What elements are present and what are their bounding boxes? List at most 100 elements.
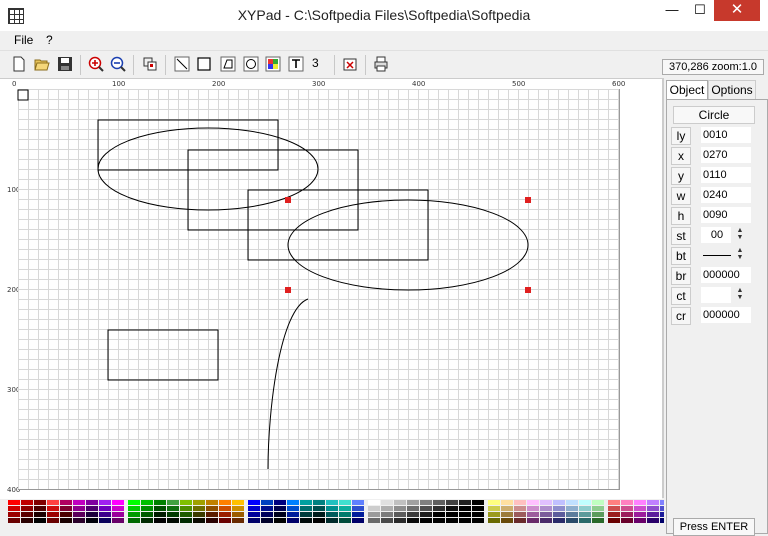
palette-swatch[interactable] [527,506,539,511]
selection-handle[interactable] [285,197,291,203]
palette-swatch[interactable] [420,506,432,511]
spinner-updown-icon[interactable]: ▲ ▼ [735,287,745,303]
palette-swatch[interactable] [300,506,312,511]
palette-swatch[interactable] [261,512,273,517]
palette-swatch[interactable] [553,518,565,523]
palette-swatch[interactable] [167,506,179,511]
palette-swatch[interactable] [8,518,20,523]
palette-swatch[interactable] [47,518,59,523]
palette-swatch[interactable] [592,500,604,505]
text-tool-icon[interactable] [288,56,304,72]
palette-swatch[interactable] [60,500,72,505]
drawing-shapes[interactable] [0,79,662,499]
line-tool-icon[interactable] [174,56,190,72]
palette-swatch[interactable] [368,518,380,523]
new-icon[interactable] [11,56,27,72]
palette-swatch[interactable] [501,506,513,511]
palette-swatch[interactable] [326,518,338,523]
palette-swatch[interactable] [459,512,471,517]
palette-swatch[interactable] [232,500,244,505]
palette-swatch[interactable] [352,512,364,517]
palette-swatch[interactable] [206,512,218,517]
press-enter-button[interactable]: Press ENTER [673,518,755,536]
palette-swatch[interactable] [248,518,260,523]
palette-swatch[interactable] [47,500,59,505]
palette-swatch[interactable] [128,500,140,505]
palette-swatch[interactable] [352,500,364,505]
palette-swatch[interactable] [514,518,526,523]
palette-swatch[interactable] [394,500,406,505]
palette-swatch[interactable] [167,518,179,523]
zoom-out-icon[interactable] [110,56,126,72]
palette-swatch[interactable] [514,512,526,517]
palette-swatch[interactable] [488,506,500,511]
palette-swatch[interactable] [99,512,111,517]
palette-swatch[interactable] [459,500,471,505]
palette-swatch[interactable] [112,518,124,523]
palette-swatch[interactable] [488,518,500,523]
palette-swatch[interactable] [446,518,458,523]
minimize-button[interactable]: — [658,0,686,21]
palette-swatch[interactable] [141,500,153,505]
palette-swatch[interactable] [514,506,526,511]
palette-swatch[interactable] [553,512,565,517]
palette-swatch[interactable] [86,518,98,523]
palette-swatch[interactable] [193,518,205,523]
prop-input-ly[interactable]: 0010 [701,127,751,143]
palette-swatch[interactable] [300,500,312,505]
palette-swatch[interactable] [274,512,286,517]
prop-input-st[interactable]: 00 [701,227,731,243]
polygon-tool-icon[interactable] [220,56,236,72]
palette-swatch[interactable] [141,518,153,523]
palette-swatch[interactable] [8,512,20,517]
palette-swatch[interactable] [352,506,364,511]
palette-swatch[interactable] [407,512,419,517]
palette-swatch[interactable] [219,500,231,505]
palette-swatch[interactable] [206,518,218,523]
palette-swatch[interactable] [446,512,458,517]
palette-swatch[interactable] [313,506,325,511]
palette-swatch[interactable] [566,506,578,511]
palette-swatch[interactable] [394,518,406,523]
palette-swatch[interactable] [73,518,85,523]
palette-swatch[interactable] [368,500,380,505]
rectangle-shape[interactable] [107,329,219,381]
palette-swatch[interactable] [34,512,46,517]
palette-swatch[interactable] [21,500,33,505]
palette-swatch[interactable] [128,506,140,511]
delete-icon[interactable] [342,56,358,72]
selection-handle[interactable] [285,287,291,293]
spinner-updown-icon[interactable]: ▲ ▼ [735,247,745,263]
palette-swatch[interactable] [180,500,192,505]
palette-swatch[interactable] [313,512,325,517]
palette-swatch[interactable] [433,518,445,523]
palette-swatch[interactable] [488,512,500,517]
tab-object[interactable]: Object [666,80,708,99]
palette-swatch[interactable] [339,512,351,517]
palette-swatch[interactable] [647,500,659,505]
palette-swatch[interactable] [60,518,72,523]
palette-swatch[interactable] [488,500,500,505]
palette-swatch[interactable] [60,506,72,511]
print-icon[interactable] [373,56,389,72]
palette-swatch[interactable] [381,512,393,517]
open-icon[interactable] [34,56,50,72]
palette-swatch[interactable] [34,500,46,505]
prop-input-ct[interactable] [701,287,731,303]
palette-swatch[interactable] [219,512,231,517]
palette-swatch[interactable] [407,506,419,511]
palette-swatch[interactable] [553,500,565,505]
palette-swatch[interactable] [193,512,205,517]
menu-help[interactable]: ? [46,33,53,47]
palette-swatch[interactable] [608,500,620,505]
palette-swatch[interactable] [86,512,98,517]
palette-swatch[interactable] [459,506,471,511]
palette-swatch[interactable] [73,500,85,505]
drawing-canvas-area[interactable]: 0 100 200 300 400 500 600 100 200 300 40… [0,78,662,499]
palette-swatch[interactable] [553,506,565,511]
palette-swatch[interactable] [287,500,299,505]
palette-swatch[interactable] [579,518,591,523]
palette-swatch[interactable] [180,518,192,523]
palette-swatch[interactable] [407,518,419,523]
palette-swatch[interactable] [514,500,526,505]
